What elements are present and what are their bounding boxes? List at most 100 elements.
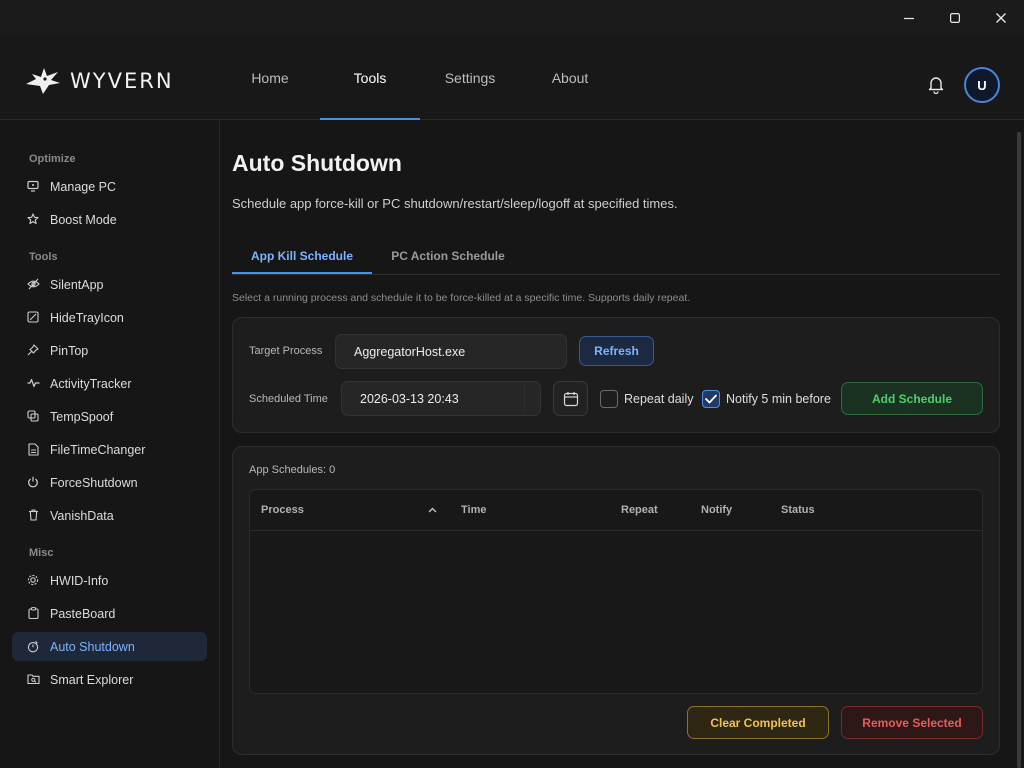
sidebar-item-label: Auto Shutdown <box>50 639 135 654</box>
target-process-value: AggregatorHost.exe <box>354 344 466 359</box>
sidebar-item-label: ForceShutdown <box>50 475 138 490</box>
tab-pc-action-schedule[interactable]: PC Action Schedule <box>378 238 518 274</box>
sidebar-item-tempspoof[interactable]: TempSpoof <box>12 402 207 431</box>
sidebar-item-smart-explorer[interactable]: Smart Explorer <box>12 665 207 694</box>
tab-label: App Kill Schedule <box>250 249 353 263</box>
sidebar-item-forceshutdown[interactable]: ForceShutdown <box>12 468 207 497</box>
calendar-icon <box>563 391 578 406</box>
add-schedule-label: Add Schedule <box>871 391 952 406</box>
bell-icon <box>928 77 944 95</box>
remove-selected-button[interactable]: Remove Selected <box>841 706 983 739</box>
sort-up-icon <box>428 507 437 513</box>
sidebar-item-auto-shutdown[interactable]: Auto Shutdown <box>12 632 207 661</box>
tab-description: Select a running process and schedule it… <box>232 292 691 304</box>
scheduled-time-label: Scheduled Time <box>249 393 328 405</box>
clipboard-icon <box>26 606 40 620</box>
calendar-button[interactable] <box>553 381 588 416</box>
sidebar-item-label: HWID-Info <box>50 573 109 588</box>
sidebar-item-vanishdata[interactable]: VanishData <box>12 501 207 530</box>
sidebar-item-label: Boost Mode <box>50 212 117 227</box>
column-header-time[interactable]: Time <box>461 490 486 530</box>
column-header-label: Process <box>261 504 304 516</box>
sidebar-item-filetimechanger[interactable]: FileTimeChanger <box>12 435 207 464</box>
wyvern-dragon-logo <box>26 68 60 94</box>
notify-checkbox[interactable] <box>702 390 720 408</box>
notifications-button[interactable] <box>926 74 946 99</box>
nav-home-label: Home <box>251 70 289 86</box>
nav-about-label: About <box>551 70 589 86</box>
sidebar-item-pasteboard[interactable]: PasteBoard <box>12 599 207 628</box>
close-button[interactable] <box>978 0 1024 36</box>
repeat-daily-checkbox[interactable] <box>600 390 618 408</box>
scheduled-time-value: 2026-03-13 20:43 <box>360 391 459 406</box>
scheduled-time-input[interactable]: 2026-03-13 20:43 <box>341 381 541 416</box>
time-spinner[interactable] <box>524 384 540 414</box>
app-header: WYVERN Home Tools Settings About U <box>0 36 1024 120</box>
clear-completed-label: Clear Completed <box>710 715 806 730</box>
nav-tools[interactable]: Tools <box>320 36 420 120</box>
monitor-icon <box>26 179 40 193</box>
user-avatar[interactable]: U <box>964 67 1000 103</box>
schedules-table[interactable]: Process Time Repeat Notify Status <box>249 489 983 694</box>
timer-icon <box>26 639 40 653</box>
nav-about[interactable]: About <box>540 36 600 120</box>
sidebar-item-label: Smart Explorer <box>50 672 134 687</box>
sidebar-section-tools: Tools <box>29 251 58 263</box>
pin-icon <box>26 343 40 357</box>
minimize-icon <box>904 17 914 20</box>
column-header-process[interactable]: Process <box>261 490 304 530</box>
sidebar-item-silentapp[interactable]: SilentApp <box>12 270 207 299</box>
tabs-divider <box>232 274 1000 275</box>
title-bar <box>0 0 1024 36</box>
sidebar-item-pintop[interactable]: PinTop <box>12 336 207 365</box>
minimize-button[interactable] <box>886 0 932 36</box>
trash-icon <box>26 508 40 522</box>
sidebar-item-label: PinTop <box>50 343 89 358</box>
star-icon <box>26 212 40 226</box>
sidebar-item-hwid-info[interactable]: HWID-Info <box>12 566 207 595</box>
brand-logo[interactable]: WYVERN <box>24 66 174 96</box>
column-header-label: Time <box>461 504 487 516</box>
sidebar-item-label: Manage PC <box>50 179 117 194</box>
nav-settings[interactable]: Settings <box>435 36 505 120</box>
avatar-initial: U <box>977 77 987 93</box>
sidebar-item-manage-pc[interactable]: Manage PC <box>12 172 207 201</box>
sidebar-item-label: HideTrayIcon <box>50 310 124 325</box>
clear-completed-button[interactable]: Clear Completed <box>687 706 829 739</box>
refresh-button[interactable]: Refresh <box>579 336 654 366</box>
sidebar-item-activitytracker[interactable]: ActivityTracker <box>12 369 207 398</box>
notify-label: Notify 5 min before <box>726 392 831 406</box>
sidebar-item-label: VanishData <box>50 508 114 523</box>
nav-active-indicator <box>320 118 420 120</box>
target-process-label: Target Process <box>249 345 323 357</box>
tab-app-kill-schedule[interactable]: App Kill Schedule <box>232 238 372 274</box>
column-header-label: Status <box>781 504 815 516</box>
nav-tools-label: Tools <box>353 70 387 86</box>
maximize-button[interactable] <box>932 0 978 36</box>
sidebar-item-label: PasteBoard <box>50 606 116 621</box>
hide-tray-icon <box>26 310 40 324</box>
column-header-notify[interactable]: Notify <box>701 490 732 530</box>
target-process-select[interactable]: AggregatorHost.exe <box>335 334 567 369</box>
remove-selected-label: Remove Selected <box>862 715 962 730</box>
close-icon <box>996 13 1006 23</box>
column-header-repeat[interactable]: Repeat <box>621 490 658 530</box>
add-schedule-button[interactable]: Add Schedule <box>841 382 983 415</box>
power-icon <box>26 475 40 489</box>
sidebar-section-misc: Misc <box>29 547 54 559</box>
page-title: Auto Shutdown <box>232 150 402 176</box>
main-scrollbar[interactable] <box>1017 132 1021 768</box>
sidebar-item-boost-mode[interactable]: Boost Mode <box>12 205 207 234</box>
sort-button[interactable] <box>428 490 437 530</box>
sidebar-item-label: TempSpoof <box>50 409 114 424</box>
file-icon <box>26 442 40 456</box>
tab-label: PC Action Schedule <box>391 249 505 263</box>
sidebar-item-hidetrayicon[interactable]: HideTrayIcon <box>12 303 207 332</box>
nav-home[interactable]: Home <box>240 36 300 120</box>
page-description: Schedule app force-kill or PC shutdown/r… <box>232 196 678 211</box>
column-header-status[interactable]: Status <box>781 490 815 530</box>
schedule-count: App Schedules: 0 <box>249 464 336 476</box>
checkmark-icon <box>705 394 717 404</box>
activity-icon <box>26 376 40 390</box>
nav-settings-label: Settings <box>444 70 496 86</box>
